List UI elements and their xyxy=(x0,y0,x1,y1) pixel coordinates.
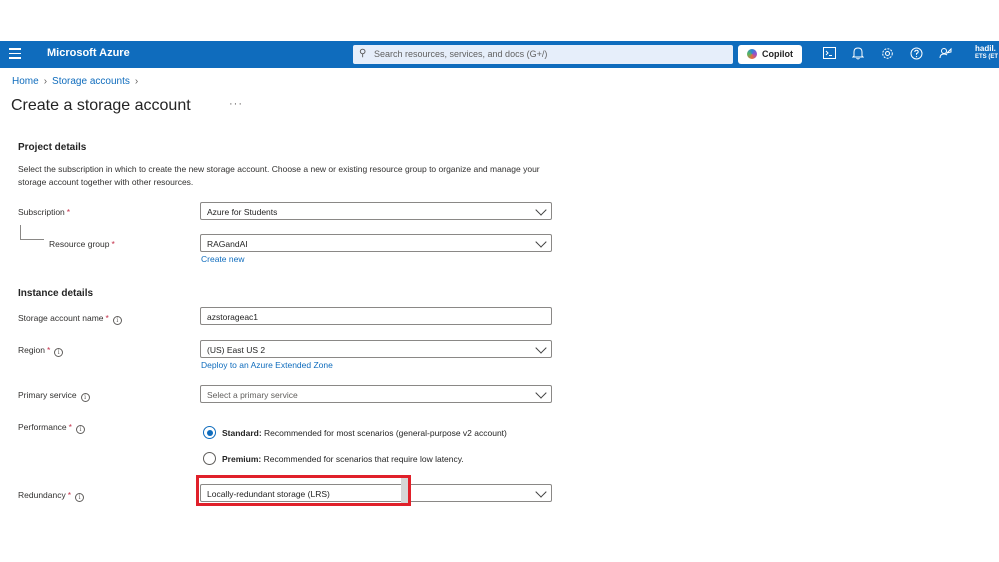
copilot-icon xyxy=(747,49,757,59)
storage-account-name-input[interactable]: azstorageac1 xyxy=(200,307,552,325)
search-input[interactable]: ⚲ Search resources, services, and docs (… xyxy=(353,45,733,64)
search-icon: ⚲ xyxy=(359,48,367,59)
required-asterisk: * xyxy=(66,207,71,217)
chevron-down-icon xyxy=(535,486,547,498)
subscription-value: Azure for Students xyxy=(207,207,278,217)
redundancy-label: Redundancy * i xyxy=(18,490,85,502)
top-bar: Microsoft Azure ⚲ Search resources, serv… xyxy=(0,41,999,68)
required-asterisk: * xyxy=(67,490,72,500)
subscription-label: Subscription * xyxy=(18,207,71,217)
info-icon[interactable]: i xyxy=(75,425,85,434)
user-tenant: ETS (ET xyxy=(975,54,999,60)
radio-unselected-icon[interactable] xyxy=(203,452,216,465)
notifications-bell-icon[interactable] xyxy=(851,47,865,61)
chevron-down-icon xyxy=(535,204,547,216)
chevron-right-icon: › xyxy=(134,76,139,87)
resource-group-dropdown[interactable]: RAGandAI xyxy=(200,234,552,252)
primary-service-label: Primary service i xyxy=(18,390,90,402)
region-dropdown[interactable]: (US) East US 2 xyxy=(200,340,552,358)
feedback-icon[interactable] xyxy=(938,47,952,61)
primary-service-dropdown[interactable]: Select a primary service xyxy=(200,385,552,403)
chevron-right-icon: › xyxy=(43,76,48,87)
region-label: Region * i xyxy=(18,345,64,357)
search-placeholder: Search resources, services, and docs (G+… xyxy=(374,49,548,59)
primary-service-placeholder: Select a primary service xyxy=(207,390,298,400)
info-icon[interactable]: i xyxy=(112,316,122,325)
project-details-heading: Project details xyxy=(18,142,87,153)
settings-gear-icon[interactable] xyxy=(880,47,894,61)
performance-label: Performance * i xyxy=(18,422,85,434)
annotation-highlight-box xyxy=(196,475,411,506)
page-title: Create a storage account xyxy=(11,97,191,114)
menu-icon[interactable] xyxy=(9,48,21,60)
radio-selected-icon[interactable] xyxy=(203,426,216,439)
more-options-icon[interactable]: ··· xyxy=(229,98,243,110)
standard-option-desc: Recommended for most scenarios (general-… xyxy=(261,428,507,438)
instance-details-heading: Instance details xyxy=(18,288,94,299)
chevron-down-icon xyxy=(535,236,547,248)
user-name: hadil. xyxy=(975,44,996,53)
storage-account-name-label: Storage account name * i xyxy=(18,313,122,325)
required-asterisk: * xyxy=(105,313,109,323)
breadcrumb: Home › Storage accounts › xyxy=(12,76,143,87)
portal-brand[interactable]: Microsoft Azure xyxy=(47,47,130,59)
required-asterisk: * xyxy=(68,422,72,432)
standard-option-name: Standard: xyxy=(222,428,262,438)
required-asterisk: * xyxy=(46,345,51,355)
info-icon[interactable]: i xyxy=(54,348,64,357)
help-icon[interactable] xyxy=(909,47,923,61)
copilot-button[interactable]: Copilot xyxy=(738,45,802,64)
premium-option-name: Premium: xyxy=(222,454,262,464)
cloud-shell-icon[interactable] xyxy=(822,47,836,61)
region-value: (US) East US 2 xyxy=(207,345,266,355)
info-icon[interactable]: i xyxy=(80,393,90,402)
info-icon[interactable]: i xyxy=(75,493,85,502)
required-asterisk: * xyxy=(111,239,115,249)
subscription-dropdown[interactable]: Azure for Students xyxy=(200,202,552,220)
create-new-resource-group-link[interactable]: Create new xyxy=(201,254,244,264)
breadcrumb-storage-accounts[interactable]: Storage accounts xyxy=(52,76,130,87)
hierarchy-connector xyxy=(20,225,44,240)
premium-option-desc: Recommended for scenarios that require l… xyxy=(261,454,464,464)
user-account[interactable]: hadil. ETS (ET xyxy=(975,44,998,62)
copilot-label: Copilot xyxy=(762,49,793,59)
resource-group-value: RAGandAI xyxy=(207,239,248,249)
project-details-description: Select the subscription in which to crea… xyxy=(18,164,540,187)
storage-account-name-value: azstorageac1 xyxy=(207,312,259,322)
breadcrumb-home[interactable]: Home xyxy=(12,76,39,87)
chevron-down-icon xyxy=(535,387,547,399)
chevron-down-icon xyxy=(535,342,547,354)
extended-zone-link[interactable]: Deploy to an Azure Extended Zone xyxy=(201,360,333,370)
resource-group-label: Resource group * xyxy=(49,239,115,249)
